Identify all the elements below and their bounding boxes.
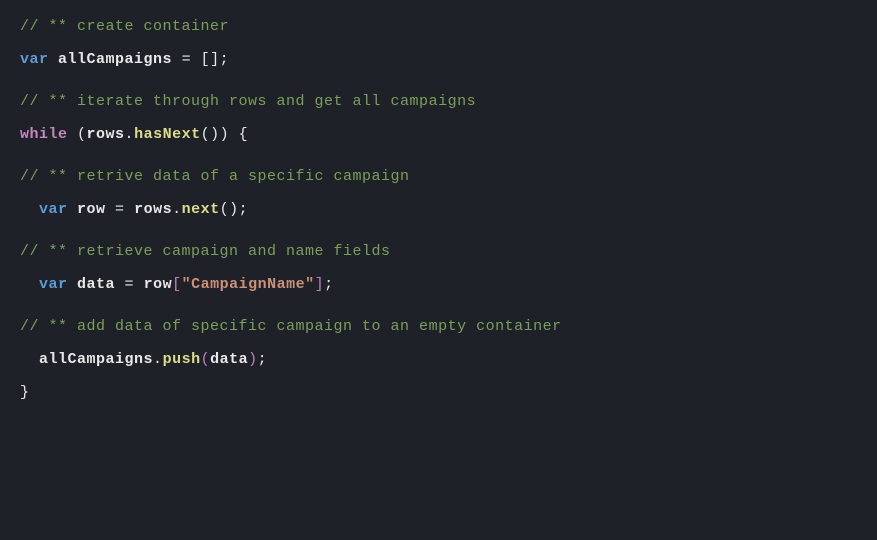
bracket-close: ]: [315, 276, 325, 293]
punct: =: [115, 276, 144, 293]
indent: [20, 276, 39, 293]
comment-text: // ** retrieve campaign and name fields: [20, 243, 391, 260]
indent: [20, 201, 39, 218]
blank-line: [20, 151, 857, 160]
identifier-row: row: [68, 201, 106, 218]
semicolon: ;: [258, 351, 268, 368]
method-push: push: [163, 351, 201, 368]
blank-line: [20, 226, 857, 235]
keyword-var: var: [39, 201, 68, 218]
paren-close: ): [248, 351, 258, 368]
dot: .: [172, 201, 182, 218]
punct: ()) {: [201, 126, 249, 143]
punct: = [];: [172, 51, 229, 68]
code-line-while: while (rows.hasNext()) {: [20, 118, 857, 151]
blank-line: [20, 301, 857, 310]
bracket-open: [: [172, 276, 182, 293]
punct: =: [106, 201, 135, 218]
identifier-rows: rows: [134, 201, 172, 218]
code-line-var-row: var row = rows.next();: [20, 193, 857, 226]
keyword-var: var: [20, 51, 49, 68]
closing-brace: }: [20, 384, 30, 401]
code-line-comment-4: // ** retrieve campaign and name fields: [20, 235, 857, 268]
keyword-var: var: [39, 276, 68, 293]
comment-text: // ** add data of specific campaign to a…: [20, 318, 562, 335]
identifier-data: data: [68, 276, 116, 293]
paren-open: (: [201, 351, 211, 368]
method-next: next: [182, 201, 220, 218]
code-line-comment-1: // ** create container: [20, 10, 857, 43]
code-editor[interactable]: // ** create container var allCampaigns …: [20, 10, 857, 409]
keyword-while: while: [20, 126, 68, 143]
comment-text: // ** retrive data of a specific campaig…: [20, 168, 410, 185]
code-line-var-allcampaigns: var allCampaigns = [];: [20, 43, 857, 76]
punct: (: [68, 126, 87, 143]
punct: ();: [220, 201, 249, 218]
comment-text: // ** iterate through rows and get all c…: [20, 93, 476, 110]
identifier-allcampaigns: allCampaigns: [58, 51, 172, 68]
string-campaignname: "CampaignName": [182, 276, 315, 293]
code-line-var-data: var data = row["CampaignName"];: [20, 268, 857, 301]
identifier-allcampaigns: allCampaigns: [39, 351, 153, 368]
code-line-push: allCampaigns.push(data);: [20, 343, 857, 376]
code-line-comment-2: // ** iterate through rows and get all c…: [20, 85, 857, 118]
blank-line: [20, 76, 857, 85]
code-line-comment-3: // ** retrive data of a specific campaig…: [20, 160, 857, 193]
identifier-rows: rows: [87, 126, 125, 143]
code-line-comment-5: // ** add data of specific campaign to a…: [20, 310, 857, 343]
identifier-row: row: [144, 276, 173, 293]
identifier-data-arg: data: [210, 351, 248, 368]
dot: .: [153, 351, 163, 368]
semicolon: ;: [324, 276, 334, 293]
indent: [20, 351, 39, 368]
dot: .: [125, 126, 135, 143]
code-line-closebrace: }: [20, 376, 857, 409]
method-hasnext: hasNext: [134, 126, 201, 143]
comment-text: // ** create container: [20, 18, 229, 35]
